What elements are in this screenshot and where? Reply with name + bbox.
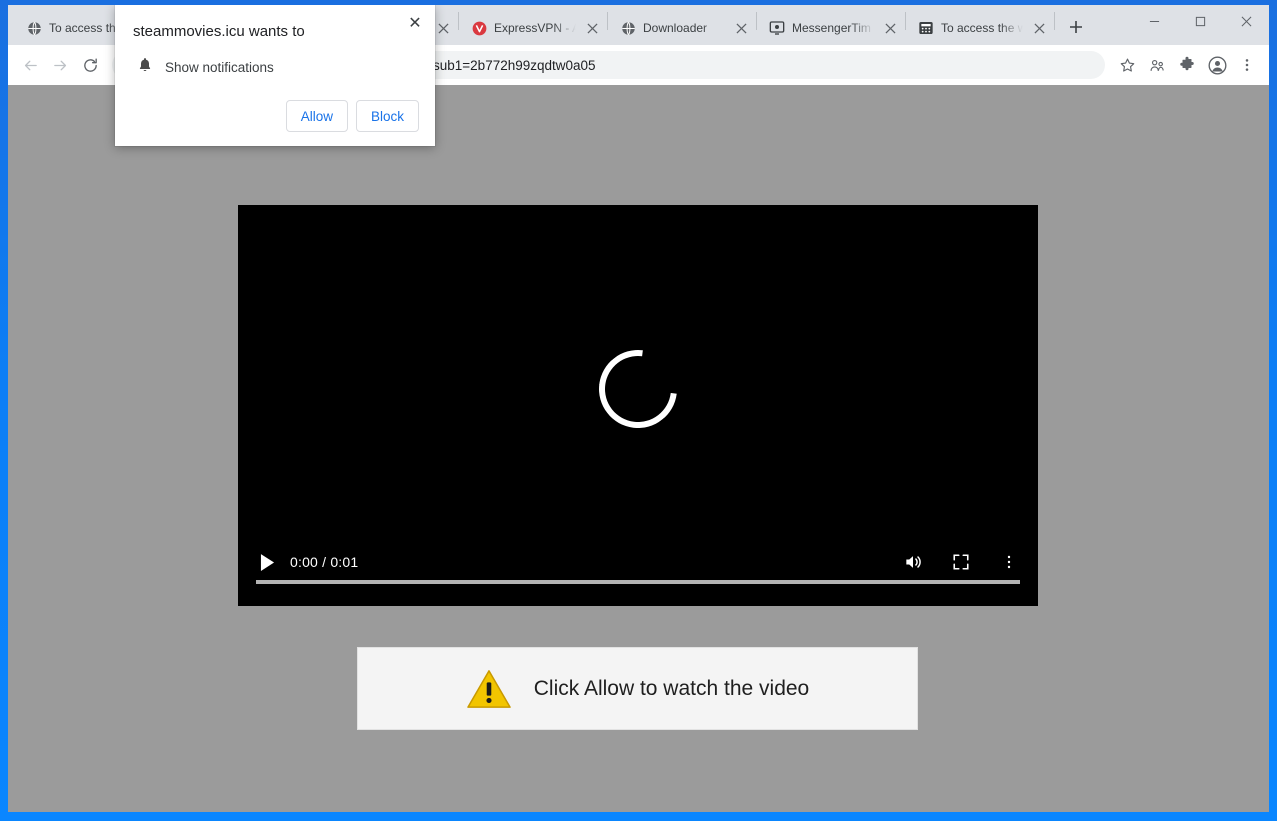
tab-close-icon[interactable] bbox=[881, 19, 899, 37]
allow-button[interactable]: Allow bbox=[286, 100, 348, 132]
account-avatar-icon[interactable] bbox=[1203, 51, 1231, 79]
permission-dialog-title: steammovies.icu wants to bbox=[133, 23, 419, 40]
window-controls bbox=[1131, 5, 1269, 37]
star-icon[interactable] bbox=[1113, 51, 1141, 79]
video-right-controls bbox=[898, 548, 1024, 576]
video-time-display: 0:00 / 0:01 bbox=[290, 554, 358, 570]
call-to-action-banner: Click Allow to watch the video bbox=[357, 647, 918, 730]
expressvpn-icon bbox=[471, 20, 487, 36]
browser-tab-5[interactable]: Downloader bbox=[608, 11, 756, 45]
tab-title: ExpressVPN - A bbox=[494, 20, 576, 36]
browser-tab-4[interactable]: ExpressVPN - A bbox=[459, 11, 607, 45]
globe-icon bbox=[620, 20, 636, 36]
tab-title: Downloader bbox=[643, 20, 725, 36]
notification-permission-dialog: ✕ steammovies.icu wants to Show notifica… bbox=[115, 5, 435, 146]
volume-icon[interactable] bbox=[898, 548, 928, 576]
maximize-button[interactable] bbox=[1177, 5, 1223, 37]
reload-icon[interactable] bbox=[76, 51, 104, 79]
loading-spinner-icon bbox=[583, 335, 692, 444]
video-progress-bar[interactable] bbox=[256, 580, 1020, 584]
browser-window: To access the w To view the vid Confirm … bbox=[8, 5, 1269, 812]
browser-tab-6[interactable]: MessengerTim bbox=[757, 11, 905, 45]
warning-triangle-icon bbox=[466, 668, 512, 710]
globe-icon bbox=[26, 20, 42, 36]
forward-arrow-icon[interactable] bbox=[46, 51, 74, 79]
tab-separator bbox=[1054, 12, 1055, 30]
close-icon[interactable]: ✕ bbox=[405, 13, 425, 33]
more-options-icon[interactable] bbox=[994, 548, 1024, 576]
block-button[interactable]: Block bbox=[356, 100, 419, 132]
video-controls: 0:00 / 0:01 bbox=[238, 534, 1038, 606]
bell-icon bbox=[137, 56, 153, 78]
profile-share-icon[interactable] bbox=[1143, 51, 1171, 79]
chrome-menu-icon[interactable] bbox=[1233, 51, 1261, 79]
new-tab-button[interactable] bbox=[1061, 12, 1091, 42]
keypad-icon bbox=[918, 20, 934, 36]
monitor-icon bbox=[769, 20, 785, 36]
tab-title: To access the w bbox=[941, 20, 1023, 36]
play-icon[interactable] bbox=[254, 549, 280, 575]
permission-request-row: Show notifications bbox=[133, 56, 419, 78]
tab-close-icon[interactable] bbox=[1030, 19, 1048, 37]
close-button[interactable] bbox=[1223, 5, 1269, 37]
video-player[interactable]: 0:00 / 0:01 bbox=[238, 205, 1038, 606]
page-viewport: 0:00 / 0:01 bbox=[8, 85, 1269, 812]
tab-close-icon[interactable] bbox=[434, 19, 452, 37]
banner-text: Click Allow to watch the video bbox=[534, 677, 809, 701]
fullscreen-icon[interactable] bbox=[946, 548, 976, 576]
minimize-button[interactable] bbox=[1131, 5, 1177, 37]
video-control-row: 0:00 / 0:01 bbox=[254, 548, 1024, 576]
browser-tab-7[interactable]: To access the w bbox=[906, 11, 1054, 45]
screenshot-frame: To access the w To view the vid Confirm … bbox=[0, 0, 1277, 821]
extensions-puzzle-icon[interactable] bbox=[1173, 51, 1201, 79]
tab-close-icon[interactable] bbox=[583, 19, 601, 37]
permission-dialog-actions: Allow Block bbox=[133, 100, 419, 132]
permission-label: Show notifications bbox=[165, 60, 274, 75]
tab-close-icon[interactable] bbox=[732, 19, 750, 37]
tab-title: MessengerTim bbox=[792, 20, 874, 36]
back-arrow-icon[interactable] bbox=[16, 51, 44, 79]
